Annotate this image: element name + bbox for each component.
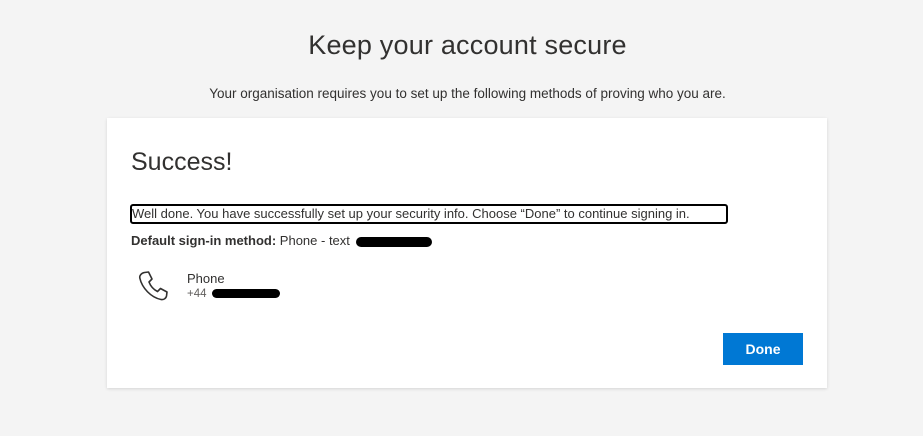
redacted-phone-digits — [211, 289, 280, 299]
page-subtitle: Your organisation requires you to set up… — [209, 86, 726, 101]
phone-number-prefix: +44 — [187, 288, 207, 300]
phone-method-number: +44 — [187, 288, 280, 300]
card-title: Success! — [131, 148, 233, 176]
page-title: Keep your account secure — [308, 30, 627, 60]
redacted-phone-number — [355, 236, 432, 247]
default-method-label: Default sign-in method: — [131, 233, 277, 248]
success-message: Well done. You have successfully set up … — [130, 204, 728, 224]
success-card: Success! Well done. You have successfull… — [107, 118, 827, 388]
default-method-value: Phone - text — [279, 233, 350, 248]
phone-method-name: Phone — [187, 271, 225, 286]
default-sign-in-method: Default sign-in method: Phone - text — [131, 233, 432, 248]
phone-icon — [138, 271, 168, 301]
done-button[interactable]: Done — [723, 333, 803, 365]
